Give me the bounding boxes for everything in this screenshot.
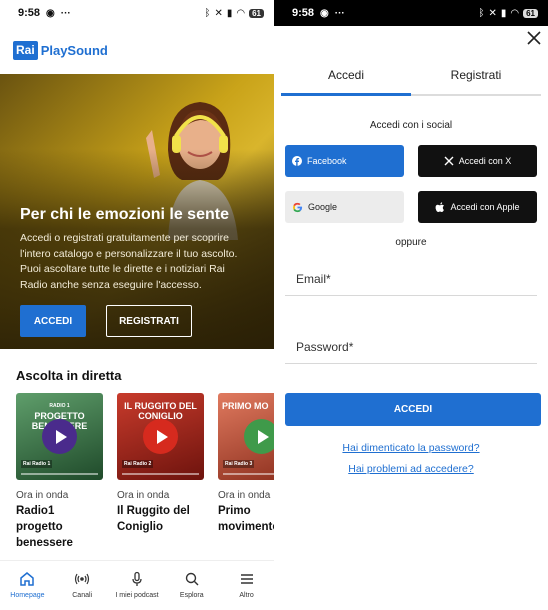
show-title: Il Ruggito del Coniglio	[117, 505, 190, 533]
google-icon	[292, 202, 303, 213]
home-icon	[19, 571, 35, 587]
apple-login-button[interactable]: Accedi con Apple	[418, 191, 537, 223]
facebook-icon	[292, 156, 302, 166]
on-air-label: Ora in onda	[117, 490, 170, 501]
signal-icon: ▮	[226, 7, 233, 19]
play-icon[interactable]	[244, 419, 274, 454]
live-card-thumbnail[interactable]: RADIO 1 PROGETTO BENESSERE Rai Radio 1	[16, 393, 103, 480]
progress-bar	[122, 473, 199, 475]
google-login-button[interactable]: Google	[285, 191, 404, 223]
live-card-radio3[interactable]: PRIMO MO Rai Radio 3 Ora in onda Primo m…	[218, 393, 274, 551]
social-login-heading: Accedi con i social	[369, 120, 453, 131]
wifi-icon: ◠	[510, 7, 520, 19]
nav-homepage[interactable]: Homepage	[0, 571, 54, 599]
auth-tabs: Accedi Registrati	[281, 56, 541, 96]
wifi-icon: ◠	[236, 7, 246, 19]
nav-my-podcasts[interactable]: I miei podcast	[110, 571, 164, 599]
play-icon[interactable]	[42, 419, 77, 454]
login-screen: 9:58 ◉ ··· ᛒ ✕ ▮ ◠ 61 Accedi Registrati …	[274, 0, 548, 610]
mute-icon: ✕	[488, 7, 497, 19]
login-problems-link[interactable]: Hai problemi ad accedere?	[274, 463, 548, 475]
hero-description: Accedi o registrati gratuitamente per sc…	[20, 232, 238, 291]
show-title: Primo movimento	[218, 505, 274, 533]
broadcast-icon	[74, 571, 90, 587]
facebook-login-button[interactable]: Facebook	[285, 145, 404, 177]
hero-title: Per chi le emozioni le sente	[20, 206, 229, 223]
apple-icon	[435, 201, 445, 213]
live-card-radio2[interactable]: IL RUGGITO DEL CONIGLIO Rai Radio 2 Ora …	[117, 393, 204, 551]
telegram-icon: ◉	[46, 7, 55, 19]
hero-register-button[interactable]: REGISTRATI	[106, 305, 192, 337]
more-notifications-icon: ···	[334, 7, 345, 19]
search-icon	[184, 571, 200, 587]
tab-register[interactable]: Registrati	[411, 56, 541, 94]
live-carousel[interactable]: RADIO 1 PROGETTO BENESSERE Rai Radio 1 O…	[0, 393, 274, 551]
show-title: Radio1 progetto benessere	[16, 505, 73, 549]
on-air-label: Ora in onda	[16, 490, 69, 501]
live-card-thumbnail[interactable]: PRIMO MO Rai Radio 3	[218, 393, 274, 480]
forgot-password-link[interactable]: Hai dimenticato la password?	[274, 442, 548, 454]
hero-banner: Per chi le emozioni le sente Accedi o re…	[0, 74, 274, 349]
signal-icon: ▮	[500, 7, 507, 19]
bluetooth-icon: ᛒ	[478, 7, 485, 19]
x-login-button[interactable]: Accedi con X	[418, 145, 537, 177]
rai-playsound-home-screen: 9:58 ◉ ··· ᛒ ✕ ▮ ◠ 61 Rai PlaySound Per …	[0, 0, 274, 610]
active-tab-indicator	[281, 93, 411, 96]
bluetooth-icon: ᛒ	[204, 7, 211, 19]
nav-more[interactable]: Altro	[220, 571, 274, 599]
battery-icon: 61	[523, 8, 538, 18]
play-icon[interactable]	[143, 419, 178, 454]
status-time: 9:58	[18, 7, 41, 19]
close-icon[interactable]	[526, 30, 542, 46]
email-field[interactable]: Email*	[285, 272, 537, 296]
more-notifications-icon: ···	[60, 7, 71, 19]
progress-bar	[223, 473, 274, 475]
channel-badge: Rai Radio 2	[122, 460, 154, 468]
live-card-radio1[interactable]: RADIO 1 PROGETTO BENESSERE Rai Radio 1 O…	[16, 393, 103, 551]
menu-icon	[239, 571, 255, 587]
x-logo-icon	[444, 156, 454, 166]
rai-logo[interactable]: Rai	[13, 40, 38, 60]
progress-bar	[21, 473, 98, 475]
hero-login-button[interactable]: ACCEDI	[20, 305, 86, 337]
microphone-icon	[129, 571, 145, 587]
password-field[interactable]: Password*	[285, 340, 537, 364]
login-submit-button[interactable]: ACCEDI	[285, 393, 541, 426]
app-header: Rai PlaySound	[0, 26, 274, 74]
live-section-title: Ascolta in diretta	[16, 368, 122, 383]
status-bar: 9:58 ◉ ··· ᛒ ✕ ▮ ◠ 61	[0, 0, 274, 26]
status-bar: 9:58 ◉ ··· ᛒ ✕ ▮ ◠ 61	[274, 0, 548, 26]
battery-icon: 61	[249, 8, 264, 18]
bottom-navigation: Homepage Canali I miei podcast Esplora A…	[0, 560, 274, 610]
status-time: 9:58	[292, 7, 315, 19]
channel-badge: Rai Radio 3	[223, 460, 255, 468]
or-separator: oppure	[395, 237, 427, 248]
social-login-buttons: Facebook Accedi con X Google Accedi con …	[274, 145, 548, 223]
nav-explore[interactable]: Esplora	[165, 571, 219, 599]
tab-login[interactable]: Accedi	[281, 56, 411, 94]
playsound-logo-text: PlaySound	[40, 42, 108, 58]
on-air-label: Ora in onda	[218, 490, 271, 501]
mute-icon: ✕	[214, 7, 223, 19]
telegram-icon: ◉	[320, 7, 329, 19]
email-label: Email*	[296, 272, 331, 286]
password-label: Password*	[296, 340, 354, 354]
nav-canali[interactable]: Canali	[55, 571, 109, 599]
channel-badge: Rai Radio 1	[21, 460, 53, 468]
live-card-thumbnail[interactable]: IL RUGGITO DEL CONIGLIO Rai Radio 2	[117, 393, 204, 480]
